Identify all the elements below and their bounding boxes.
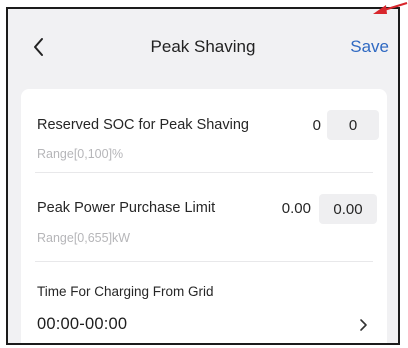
- settings-card: Reserved SOC for Peak Shaving 0 0 Range[…: [21, 89, 387, 343]
- app-screen: Peak Shaving Save Reserved SOC for Peak …: [6, 7, 400, 345]
- reserved-soc-range-hint: Range[0,100]%: [37, 147, 124, 161]
- nav-header: Peak Shaving Save: [8, 9, 398, 81]
- charging-time-value: 00:00-00:00: [37, 315, 128, 333]
- reserved-soc-current-value: 0: [312, 117, 321, 134]
- charging-time-label: Time For Charging From Grid: [37, 284, 214, 299]
- charging-time-row[interactable]: Time For Charging From Grid 00:00-00:00: [21, 262, 387, 343]
- reserved-soc-input[interactable]: 0: [327, 110, 379, 140]
- reserved-soc-row: Reserved SOC for Peak Shaving 0 0 Range[…: [21, 89, 387, 165]
- chevron-right-icon: [360, 319, 367, 331]
- reserved-soc-label: Reserved SOC for Peak Shaving: [37, 117, 249, 133]
- peak-power-range-hint: Range[0,655]kW: [37, 231, 131, 245]
- page-title: Peak Shaving: [150, 37, 256, 56]
- save-button[interactable]: Save: [350, 37, 389, 57]
- peak-power-current-value: 0.00: [281, 200, 311, 217]
- arrow-icon: [373, 2, 408, 14]
- peak-power-row: Peak Power Purchase Limit 0.00 0.00 Rang…: [21, 173, 387, 255]
- peak-power-label: Peak Power Purchase Limit: [37, 200, 216, 216]
- peak-power-input[interactable]: 0.00: [319, 194, 377, 224]
